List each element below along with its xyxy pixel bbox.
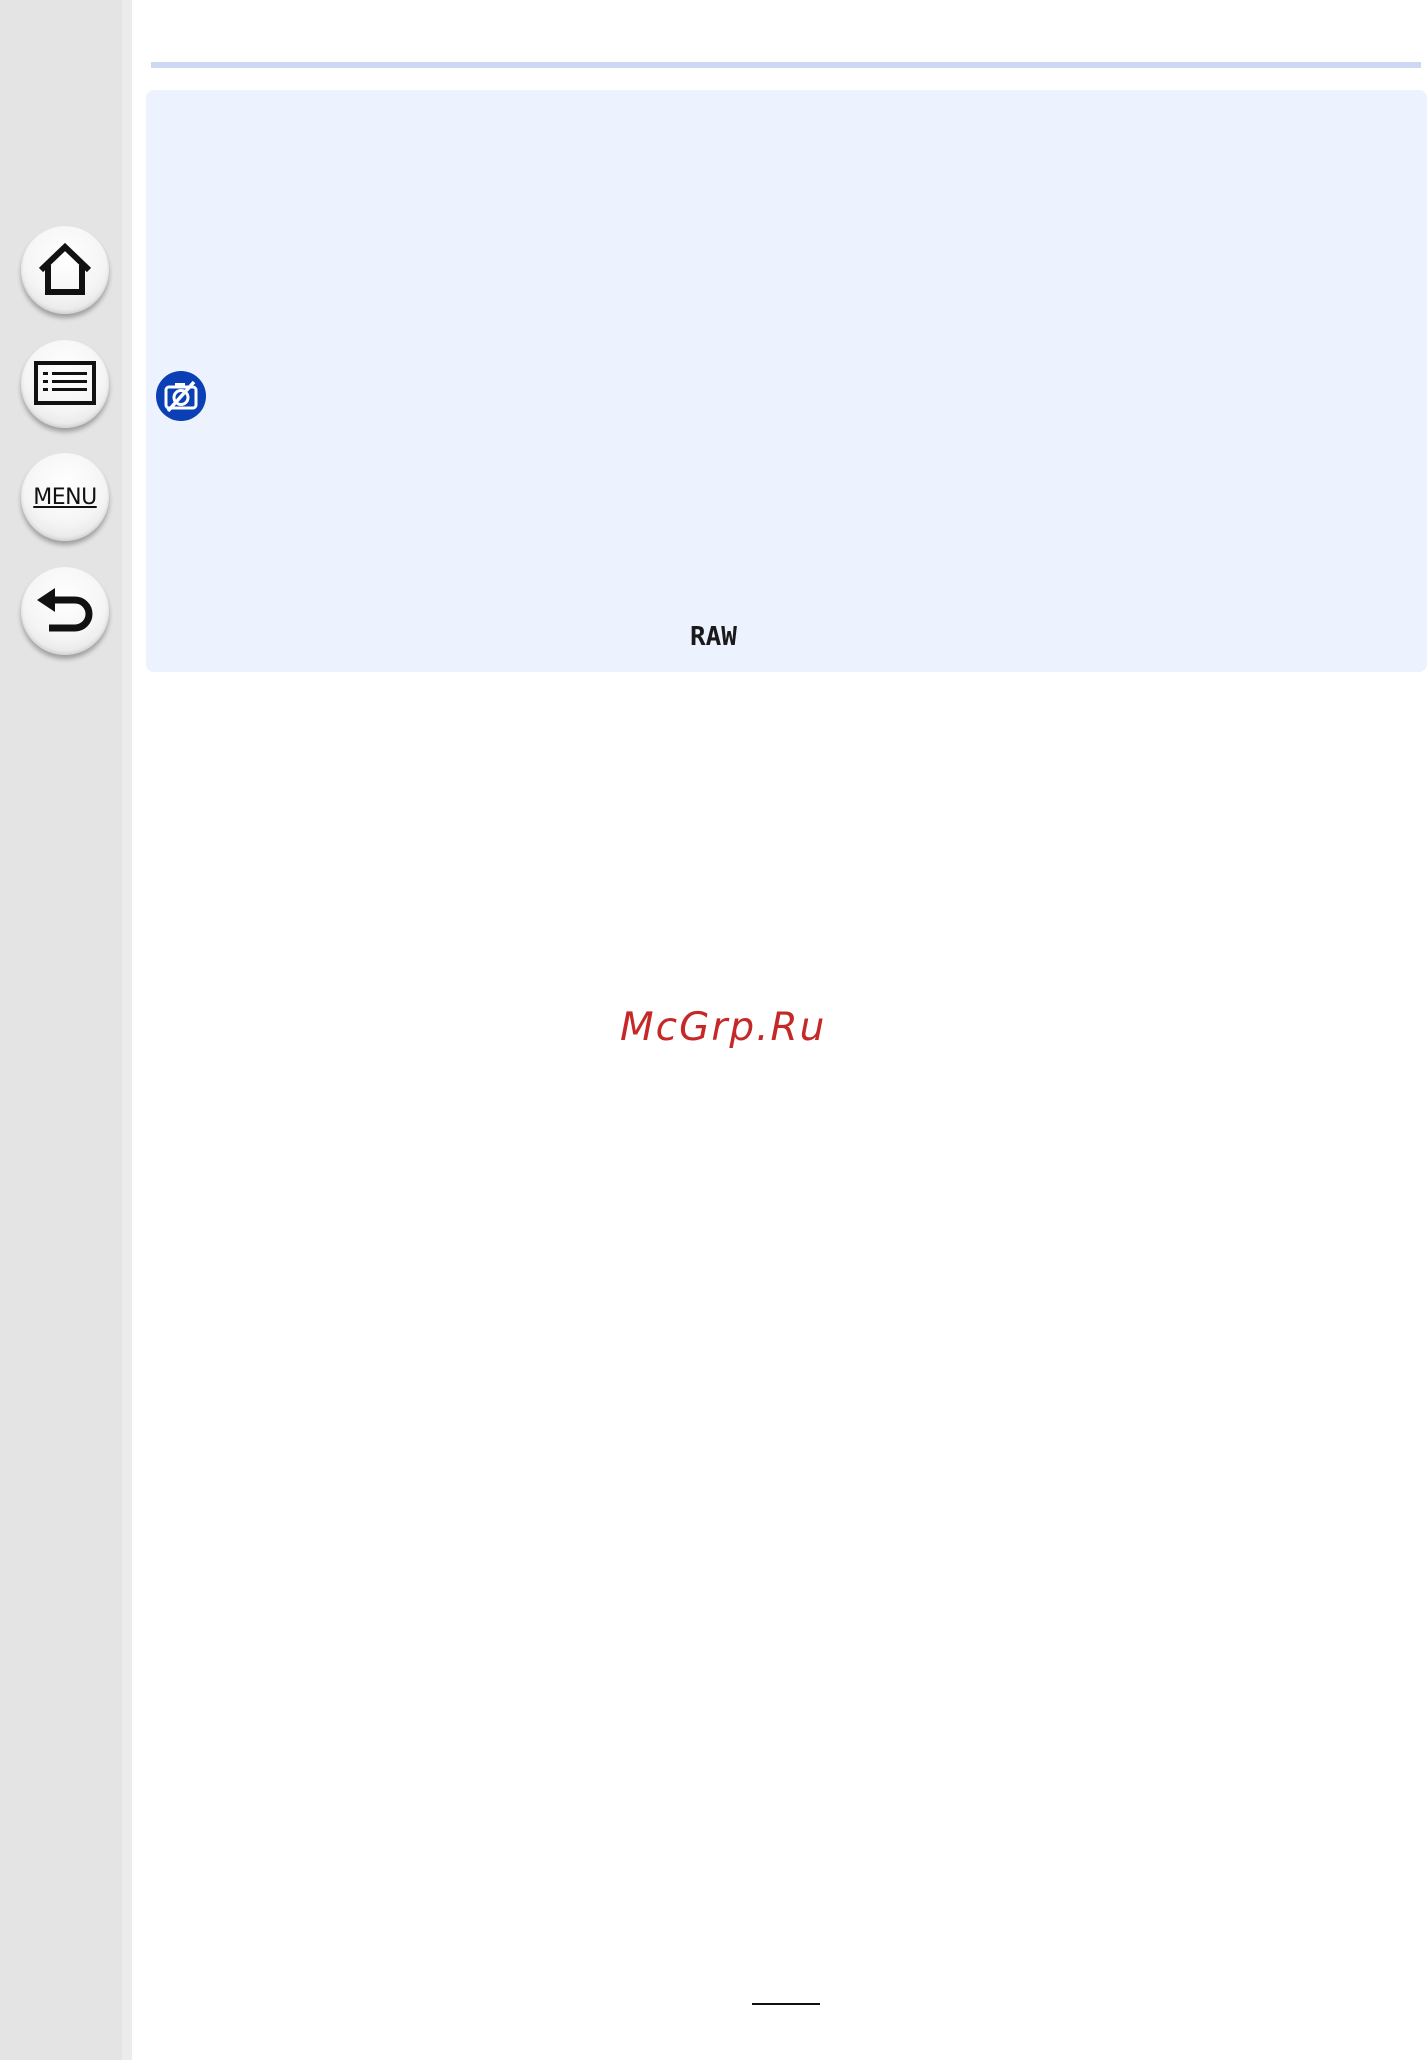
- menu-button[interactable]: MENU: [21, 453, 109, 541]
- menu-label: MENU: [33, 484, 97, 510]
- no-camera-icon: [156, 371, 206, 421]
- sidebar: MENU: [0, 0, 122, 2060]
- back-arrow-icon: [37, 588, 93, 632]
- contents-list-icon: [34, 361, 96, 405]
- watermark: McGrp.Ru: [620, 1005, 827, 1050]
- contents-button[interactable]: [21, 340, 109, 428]
- home-button[interactable]: [21, 226, 109, 314]
- info-box: [146, 90, 1427, 672]
- header-rule: [151, 62, 1421, 68]
- back-button[interactable]: [21, 567, 109, 655]
- page-footer-line: [752, 2003, 820, 2005]
- home-icon: [38, 242, 92, 295]
- sidebar-edge: [122, 0, 132, 2060]
- raw-label: RAW: [690, 622, 737, 652]
